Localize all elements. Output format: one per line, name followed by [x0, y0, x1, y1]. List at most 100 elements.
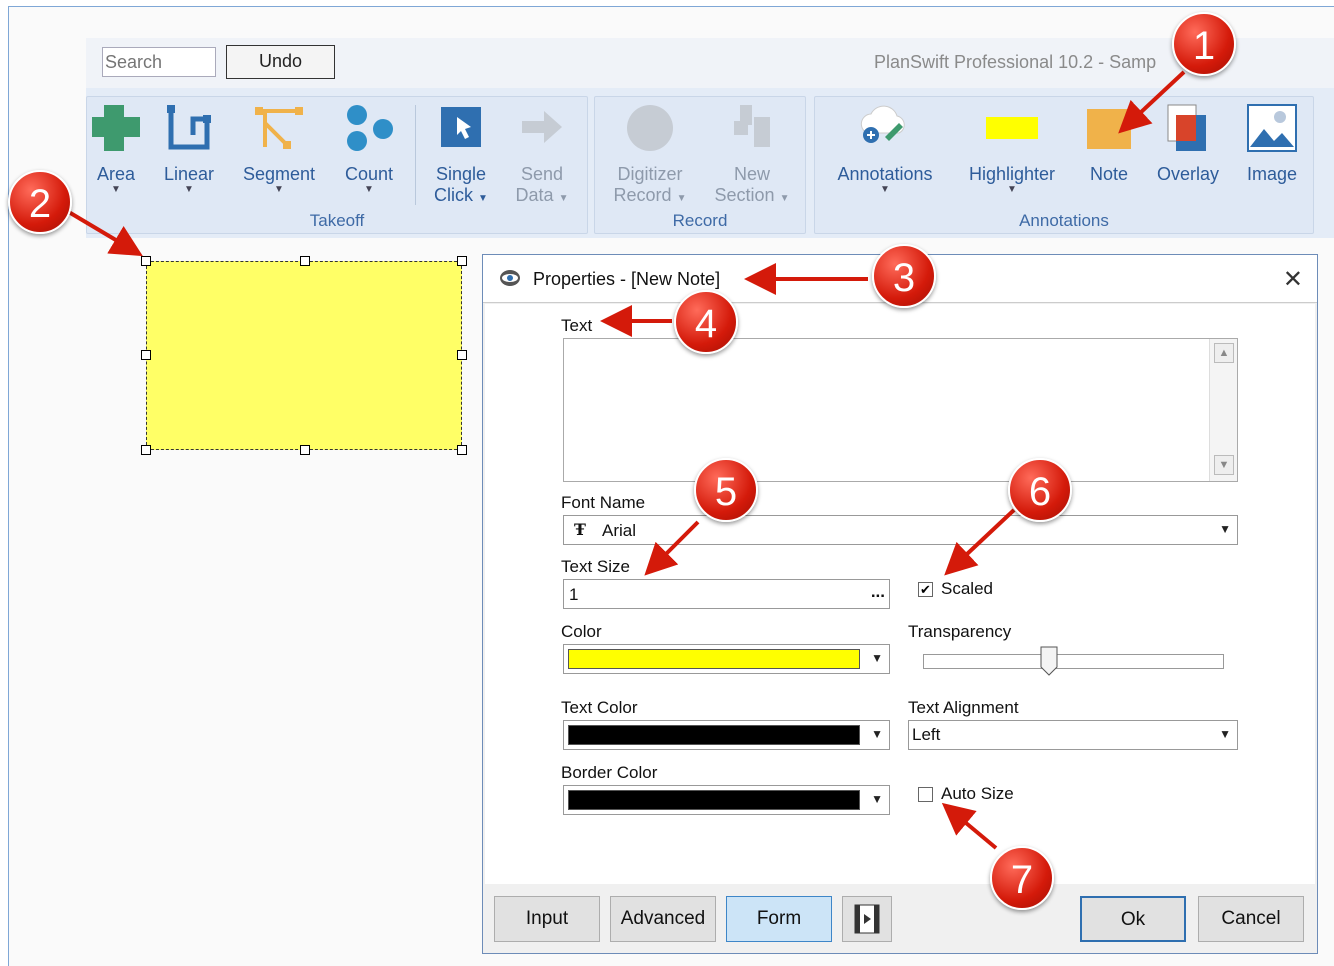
text-size-value: 1: [569, 585, 579, 604]
section-label: Section: [714, 185, 775, 205]
note-button[interactable]: Note: [1081, 103, 1137, 185]
area-icon: [92, 105, 140, 151]
highlighter-label: Highlighter: [968, 164, 1056, 184]
callout-marker-1: 1: [1172, 12, 1236, 76]
dialog-title: Properties - [New Note]: [533, 269, 721, 289]
highlighter-button[interactable]: Highlighter ▼: [961, 103, 1063, 195]
new-section-button[interactable]: New Section ▼: [707, 103, 797, 209]
note-label: Note: [1089, 164, 1129, 184]
area-label: Area: [96, 164, 136, 184]
count-label: Count: [344, 164, 394, 184]
advanced-button[interactable]: Advanced: [610, 896, 716, 942]
callout-marker-7: 7: [990, 846, 1054, 910]
border-color-swatch: [568, 790, 860, 810]
annotations-label: Annotations: [837, 164, 933, 184]
send-data-button[interactable]: Send Data ▼: [507, 103, 577, 209]
digitizer-label: Digitizer: [617, 164, 683, 184]
digitizer-icon: [627, 105, 673, 151]
linear-label: Linear: [163, 164, 215, 184]
cancel-button[interactable]: Cancel: [1198, 896, 1304, 942]
text-color-select[interactable]: ▼: [563, 720, 890, 750]
callout-marker-2: 2: [8, 170, 72, 234]
resize-handle[interactable]: [141, 256, 151, 266]
scaled-label: Scaled: [941, 579, 993, 598]
resize-handle[interactable]: [141, 350, 151, 360]
auto-size-checkbox[interactable]: [918, 787, 933, 802]
slider-thumb[interactable]: [1040, 646, 1058, 676]
area-button[interactable]: Area ▼: [89, 103, 143, 195]
single-click-button[interactable]: Single Click ▼: [427, 103, 495, 209]
resize-handle[interactable]: [457, 256, 467, 266]
scroll-down-icon[interactable]: ▼: [1214, 455, 1234, 475]
text-size-input[interactable]: 1 ...: [563, 579, 890, 609]
media-button[interactable]: [842, 896, 892, 942]
ellipsis-button[interactable]: ...: [871, 582, 885, 602]
border-color-label: Border Color: [561, 763, 658, 782]
ok-button[interactable]: Ok: [1080, 896, 1186, 942]
font-name-value: Arial: [602, 521, 637, 540]
form-button[interactable]: Form: [726, 896, 832, 942]
data-label: Data: [515, 185, 554, 205]
linear-button[interactable]: Linear ▼: [159, 103, 219, 195]
note-icon: [1087, 109, 1131, 149]
transparency-slider[interactable]: [923, 654, 1224, 669]
record-group-label: Record: [672, 211, 728, 230]
single-click-icon: [441, 107, 481, 147]
segment-label: Segment: [242, 164, 316, 184]
resize-handle[interactable]: [300, 256, 310, 266]
callout-marker-3: 3: [872, 244, 936, 308]
font-icon: Ŧ: [574, 520, 586, 539]
image-icon: [1247, 104, 1297, 152]
scaled-checkbox[interactable]: ✔: [918, 582, 933, 597]
text-color-label: Text Color: [561, 698, 638, 717]
font-name-label: Font Name: [561, 493, 646, 512]
chevron-down-icon[interactable]: ▼: [871, 727, 883, 741]
text-size-label: Text Size: [561, 557, 630, 576]
chevron-down-icon[interactable]: ▼: [871, 792, 883, 806]
callout-marker-5: 5: [694, 458, 758, 522]
new-section-icon: [734, 105, 770, 147]
takeoff-group-label: Takeoff: [309, 211, 365, 230]
text-alignment-label: Text Alignment: [908, 698, 1019, 717]
image-label: Image: [1246, 164, 1298, 184]
text-input[interactable]: ▲ ▼: [563, 338, 1238, 482]
segment-icon: [255, 107, 303, 149]
font-name-select[interactable]: Ŧ Arial ▼: [563, 515, 1238, 545]
text-color-swatch: [568, 725, 860, 745]
text-scrollbar[interactable]: ▲ ▼: [1209, 339, 1237, 481]
segment-button[interactable]: Segment ▼: [237, 103, 321, 195]
text-alignment-select[interactable]: Left ▼: [908, 720, 1238, 750]
send-data-icon: [522, 111, 562, 143]
resize-handle[interactable]: [457, 445, 467, 455]
undo-button[interactable]: Undo: [226, 45, 335, 79]
close-icon[interactable]: ✕: [1283, 265, 1303, 294]
image-button[interactable]: Image: [1237, 103, 1307, 185]
input-button[interactable]: Input: [494, 896, 600, 942]
chevron-down-icon[interactable]: ▼: [871, 651, 883, 665]
film-play-icon: [854, 904, 880, 934]
search-input[interactable]: [102, 47, 216, 77]
single-label: Single: [435, 164, 487, 184]
resize-handle[interactable]: [141, 445, 151, 455]
overlay-icon: [1167, 104, 1206, 151]
digitizer-record-button[interactable]: Digitizer Record ▼: [605, 103, 695, 209]
scroll-up-icon[interactable]: ▲: [1214, 343, 1234, 363]
count-button[interactable]: Count ▼: [337, 103, 401, 195]
border-color-select[interactable]: ▼: [563, 785, 890, 815]
callout-marker-6: 6: [1008, 458, 1072, 522]
note-annotation[interactable]: [146, 261, 462, 450]
annotations-icon: [860, 105, 905, 143]
color-select[interactable]: ▼: [563, 644, 890, 674]
chevron-down-icon[interactable]: ▼: [1219, 522, 1231, 536]
auto-size-label: Auto Size: [941, 784, 1014, 803]
transparency-label: Transparency: [908, 622, 1012, 641]
text-alignment-value: Left: [912, 725, 941, 744]
chevron-down-icon[interactable]: ▼: [1219, 727, 1231, 741]
overlay-label: Overlay: [1156, 164, 1219, 184]
app-title: PlanSwift Professional 10.2 - Samp: [874, 52, 1157, 72]
highlighter-icon: [986, 117, 1038, 139]
annotations-button[interactable]: Annotations ▼: [829, 103, 941, 195]
resize-handle[interactable]: [300, 445, 310, 455]
overlay-button[interactable]: Overlay: [1151, 103, 1225, 185]
resize-handle[interactable]: [457, 350, 467, 360]
